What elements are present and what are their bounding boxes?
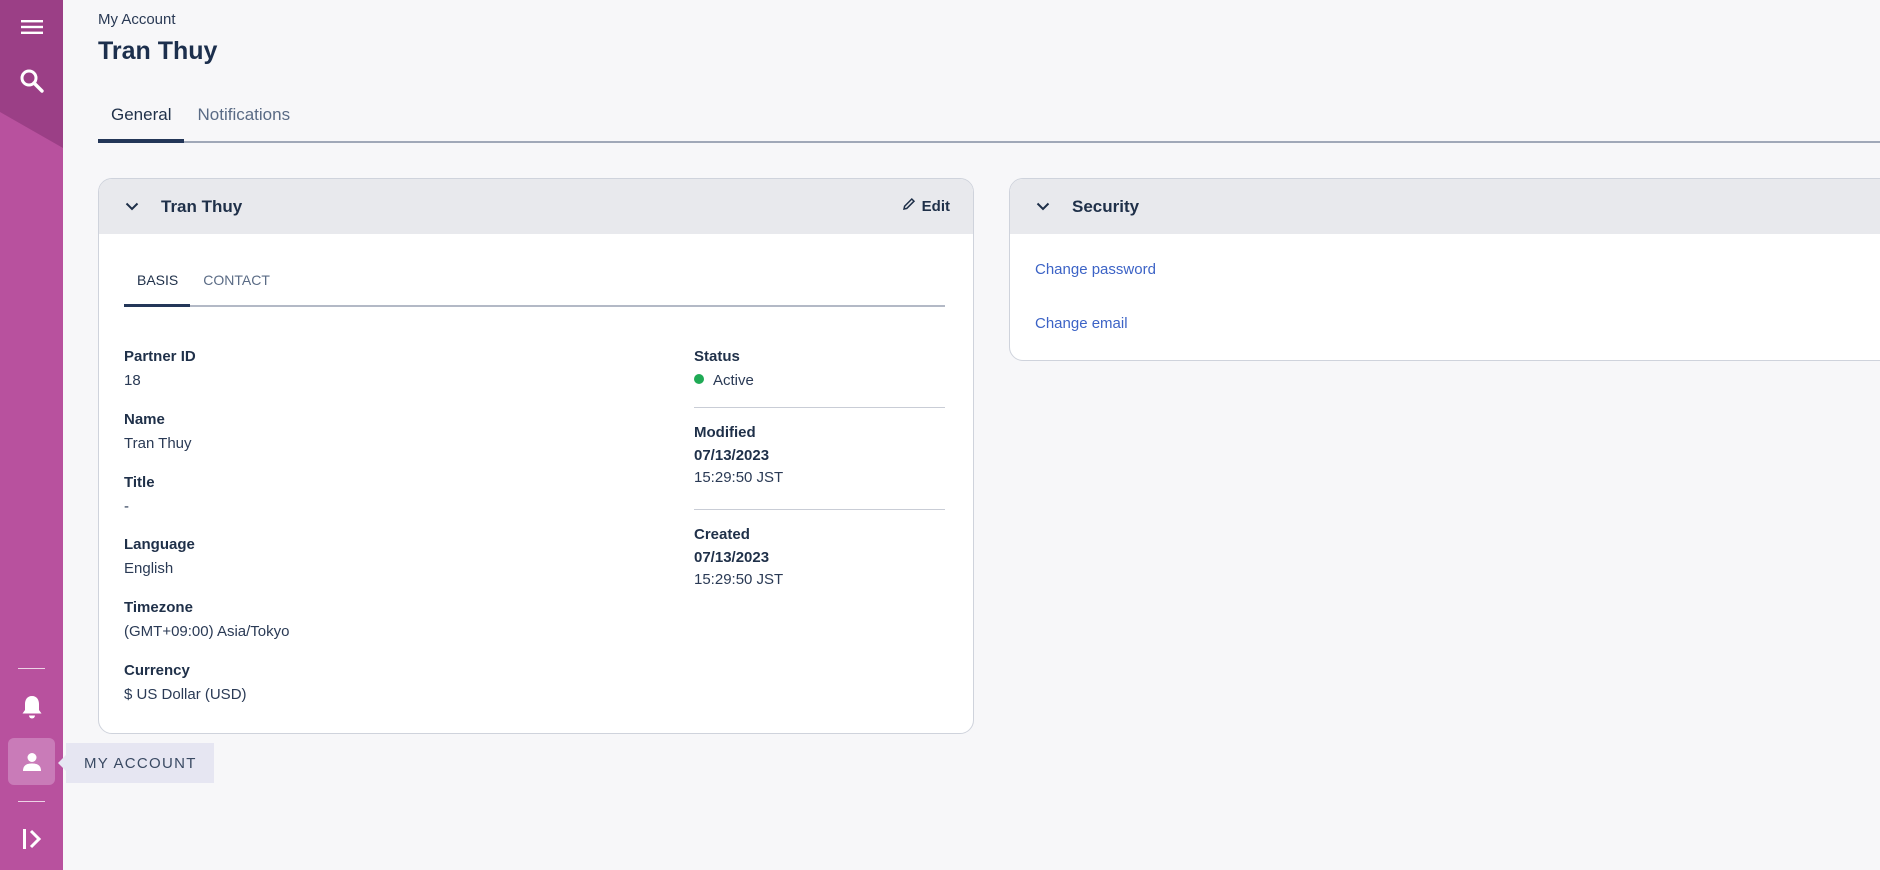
profile-card: Tran Thuy Edit BASIS CONTACT Partner ID … bbox=[98, 178, 974, 734]
field-label: Status bbox=[694, 348, 740, 365]
search-icon bbox=[19, 68, 45, 94]
sidebar-divider bbox=[18, 668, 45, 669]
divider bbox=[694, 509, 945, 510]
modified-date: 07/13/2023 bbox=[694, 447, 770, 464]
profile-card-title: Tran Thuy bbox=[161, 196, 243, 216]
field-label: Currency bbox=[124, 662, 190, 679]
expand-sidebar-button[interactable] bbox=[8, 815, 55, 862]
field-label: Created bbox=[694, 526, 750, 543]
tab-contact[interactable]: CONTACT bbox=[190, 264, 282, 307]
security-card-header: Security bbox=[1010, 179, 1880, 234]
pencil-icon bbox=[902, 197, 916, 215]
main-tabs: General Notifications bbox=[98, 96, 1880, 143]
menu-button[interactable] bbox=[8, 3, 55, 50]
field-value: - bbox=[124, 498, 129, 515]
field-timezone: Timezone (GMT+09:00) Asia/Tokyo bbox=[124, 598, 289, 643]
edit-button[interactable]: Edit bbox=[902, 197, 950, 215]
chevron-down-icon[interactable] bbox=[1036, 200, 1050, 214]
field-partner-id: Partner ID 18 bbox=[124, 347, 196, 392]
field-label: Timezone bbox=[124, 599, 193, 616]
field-value: $ US Dollar (USD) bbox=[124, 686, 247, 703]
sidebar-tooltip: MY ACCOUNT bbox=[58, 743, 214, 783]
field-label: Language bbox=[124, 536, 195, 553]
sidebar bbox=[0, 0, 63, 870]
page-title: Tran Thuy bbox=[98, 37, 218, 65]
field-created: Created 07/13/2023 15:29:50 JST bbox=[694, 525, 783, 591]
field-value: Tran Thuy bbox=[124, 435, 192, 452]
field-value: (GMT+09:00) Asia/Tokyo bbox=[124, 623, 290, 640]
breadcrumb[interactable]: My Account bbox=[98, 11, 176, 28]
profile-sub-tabs: BASIS CONTACT bbox=[124, 264, 945, 307]
expand-sidebar-icon bbox=[21, 828, 43, 850]
notifications-button[interactable] bbox=[8, 683, 55, 730]
tab-basis[interactable]: BASIS bbox=[124, 264, 191, 307]
field-value: English bbox=[124, 560, 174, 577]
security-card-title: Security bbox=[1072, 196, 1140, 216]
modified-time: 15:29:50 JST bbox=[694, 469, 784, 486]
created-time: 15:29:50 JST bbox=[694, 571, 784, 588]
field-label: Modified bbox=[694, 424, 756, 441]
field-label: Name bbox=[124, 411, 165, 428]
chevron-down-icon[interactable] bbox=[125, 200, 139, 214]
tab-notifications[interactable]: Notifications bbox=[184, 96, 303, 143]
security-card: Security Change password Change email bbox=[1009, 178, 1880, 361]
search-button[interactable] bbox=[8, 57, 55, 104]
change-password-link[interactable]: Change password bbox=[1035, 261, 1156, 278]
field-currency: Currency $ US Dollar (USD) bbox=[124, 661, 247, 706]
created-date: 07/13/2023 bbox=[694, 549, 770, 566]
bell-icon bbox=[21, 694, 43, 720]
user-icon bbox=[21, 751, 43, 773]
field-label: Partner ID bbox=[124, 348, 196, 365]
tab-general[interactable]: General bbox=[98, 96, 185, 143]
status-dot-icon bbox=[694, 374, 704, 384]
divider bbox=[694, 407, 945, 408]
sidebar-divider bbox=[18, 801, 45, 802]
field-language: Language English bbox=[124, 535, 195, 580]
field-name: Name Tran Thuy bbox=[124, 410, 192, 455]
change-email-link[interactable]: Change email bbox=[1035, 315, 1128, 332]
status-text: Active bbox=[713, 372, 754, 389]
edit-label: Edit bbox=[921, 197, 950, 215]
field-label: Title bbox=[124, 474, 155, 491]
profile-card-header: Tran Thuy Edit bbox=[99, 179, 973, 234]
hamburger-menu-icon bbox=[20, 18, 43, 36]
field-title: Title - bbox=[124, 473, 155, 518]
field-value: 18 bbox=[124, 372, 141, 389]
my-account-button[interactable] bbox=[8, 738, 55, 785]
field-status: Status Active bbox=[694, 347, 754, 392]
field-modified: Modified 07/13/2023 15:29:50 JST bbox=[694, 423, 783, 489]
status-value: Active bbox=[694, 370, 754, 392]
